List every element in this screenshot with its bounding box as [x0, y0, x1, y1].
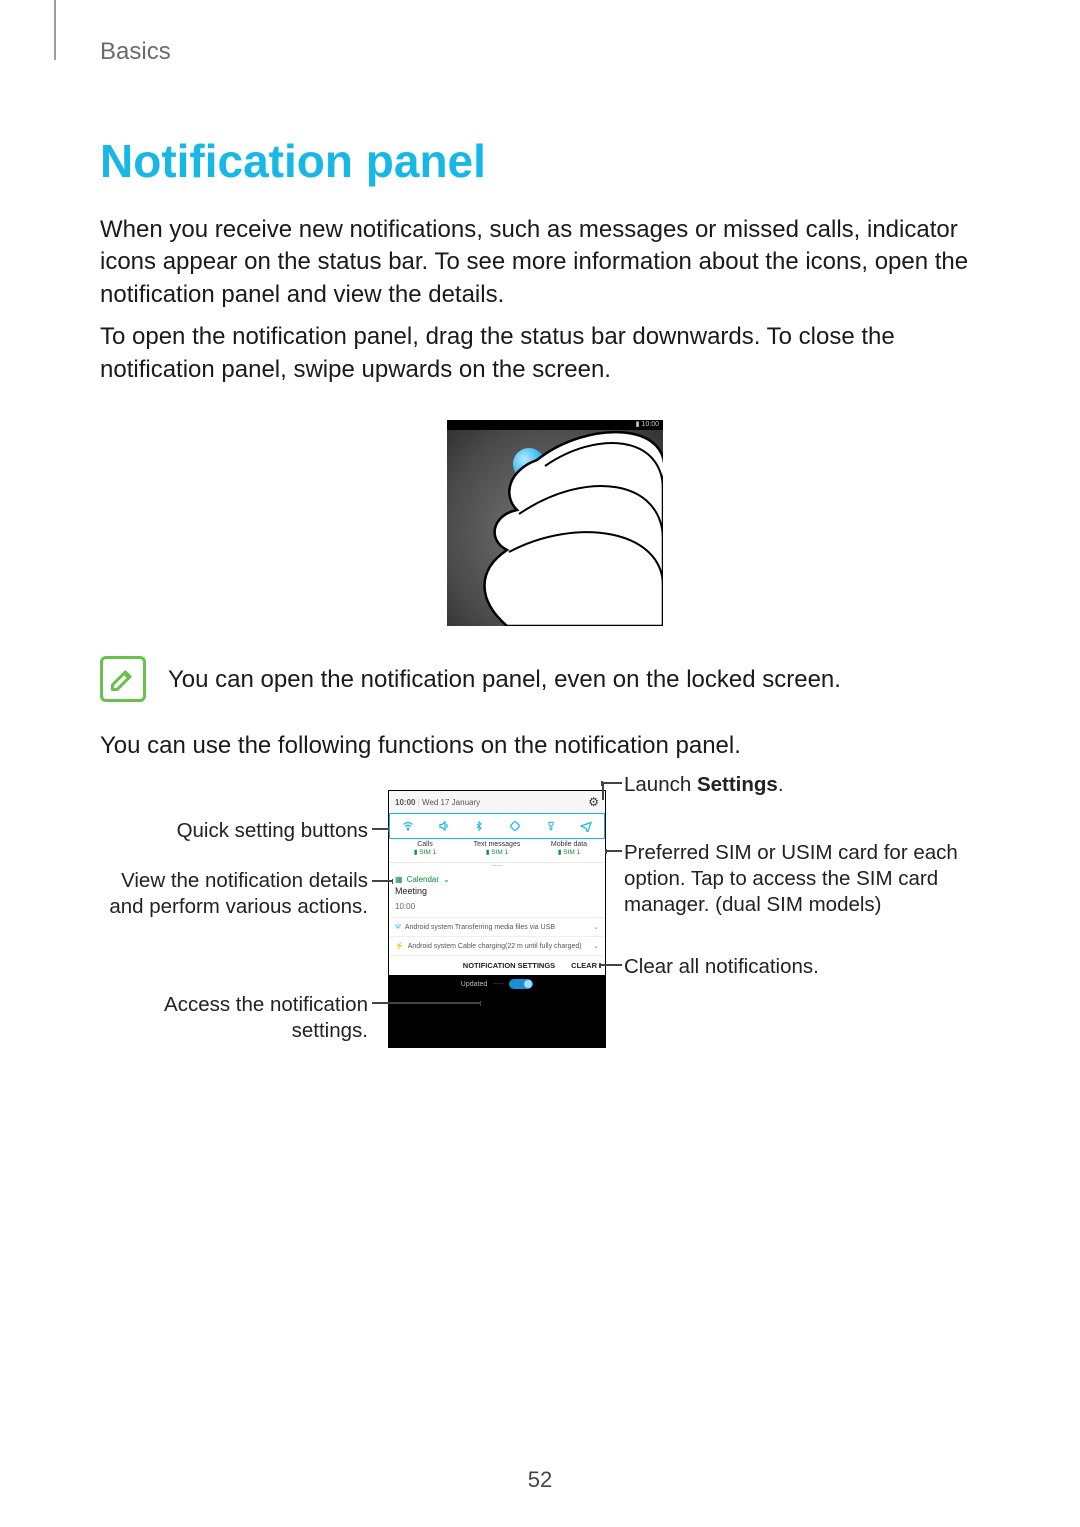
gesture-figure: ▮ 10:00: [447, 420, 663, 626]
phone-time: 10:00: [395, 798, 415, 807]
airplane-icon[interactable]: [568, 814, 604, 838]
updated-label: Updated: [461, 981, 487, 988]
callout-quick-settings: Quick setting buttons: [100, 818, 368, 844]
callout-sim: Preferred SIM or USIM card for each opti…: [624, 840, 1004, 917]
quick-settings-row[interactable]: [389, 813, 605, 839]
phone-date: Wed 17 January: [422, 798, 480, 807]
system-notif-usb-text: Android system Transferring media files …: [405, 924, 555, 931]
callout-notif-settings: Access the notification settings.: [100, 992, 368, 1043]
sim-calls-value: SIM 1: [419, 849, 436, 856]
sim-data-value: SIM 1: [563, 849, 580, 856]
gear-icon[interactable]: ⚙: [588, 795, 599, 809]
clear-button[interactable]: CLEAR: [571, 961, 597, 970]
callout-details: View the notification details and perfor…: [100, 868, 368, 919]
chevron-down-icon: ⌄: [593, 923, 599, 931]
updated-row: Updated ──: [461, 979, 533, 989]
meeting-title[interactable]: Meeting: [389, 886, 605, 902]
calendar-header[interactable]: ▦ Calendar ⌄: [389, 871, 605, 886]
calendar-icon: ▦: [395, 875, 403, 884]
system-notif-charging[interactable]: ⚡ Android system Cable charging(22 m unt…: [389, 936, 605, 955]
note-block: You can open the notification panel, eve…: [100, 656, 1010, 702]
page-number: 52: [0, 1467, 1080, 1493]
page-content: Basics Notification panel When you recei…: [0, 0, 1080, 1080]
annotated-diagram: 10:00 | Wed 17 January ⚙: [100, 780, 1020, 1080]
callout-bold: Settings: [697, 773, 778, 796]
leader-line: [600, 964, 622, 966]
meeting-time: 10:00: [389, 902, 605, 917]
leader-line: [372, 828, 388, 830]
notification-settings-button[interactable]: NOTIFICATION SETTINGS: [463, 961, 555, 970]
callout-launch-settings: Launch Settings.: [624, 772, 1004, 798]
panel-footer: NOTIFICATION SETTINGS CLEAR: [389, 955, 605, 975]
sim-texts-label: Text messages: [461, 841, 533, 849]
functions-intro: You can use the following functions on t…: [100, 730, 1010, 762]
leader-line: [372, 1002, 480, 1004]
sim-row[interactable]: Calls ▮ SIM 1 Text messages ▮ SIM 1 Mobi…: [389, 839, 605, 863]
callout-clear: Clear all notifications.: [624, 954, 1004, 980]
chevron-down-icon: ⌄: [593, 942, 599, 950]
sound-icon[interactable]: [426, 814, 462, 838]
charging-icon: ⚡: [395, 942, 404, 950]
callout-text: .: [778, 773, 784, 796]
notification-list: ▦ Calendar ⌄ Meeting 10:00 Ψ Android sys…: [389, 871, 605, 975]
leader-line: [606, 850, 622, 852]
sim-texts-value: SIM 1: [491, 849, 508, 856]
hand-icon: [447, 420, 663, 626]
leader-line: [372, 880, 392, 882]
system-notif-usb[interactable]: Ψ Android system Transferring media file…: [389, 917, 605, 936]
leader-line: [602, 782, 622, 784]
sim-calls-label: Calls: [389, 841, 461, 849]
intro-paragraph-1: When you receive new notifications, such…: [100, 214, 1010, 311]
phone-background: Updated ──: [389, 975, 605, 1047]
system-notif-charging-text: Android system Cable charging(22 m until…: [408, 943, 582, 950]
drag-handle-icon[interactable]: ──: [389, 863, 605, 871]
flashlight-icon[interactable]: [533, 814, 569, 838]
note-icon: [100, 656, 146, 702]
callout-text: Launch: [624, 773, 697, 796]
phone-mock: 10:00 | Wed 17 January ⚙: [388, 790, 606, 1048]
toggle-icon[interactable]: [509, 979, 533, 989]
phone-statusbar: 10:00 | Wed 17 January ⚙: [389, 791, 605, 813]
rotate-icon[interactable]: [497, 814, 533, 838]
usb-icon: Ψ: [395, 924, 401, 931]
sim-data-label: Mobile data: [533, 841, 605, 849]
intro-paragraph-2: To open the notification panel, drag the…: [100, 321, 1010, 386]
calendar-label: Calendar: [407, 875, 439, 884]
margin-rule: [54, 0, 56, 60]
bluetooth-icon[interactable]: [461, 814, 497, 838]
page-title: Notification panel: [100, 134, 1010, 188]
wifi-icon[interactable]: [390, 814, 426, 838]
note-text: You can open the notification panel, eve…: [168, 656, 841, 696]
breadcrumb: Basics: [100, 38, 1010, 66]
chevron-down-icon: ⌄: [443, 875, 450, 884]
leader-line: [602, 782, 604, 800]
